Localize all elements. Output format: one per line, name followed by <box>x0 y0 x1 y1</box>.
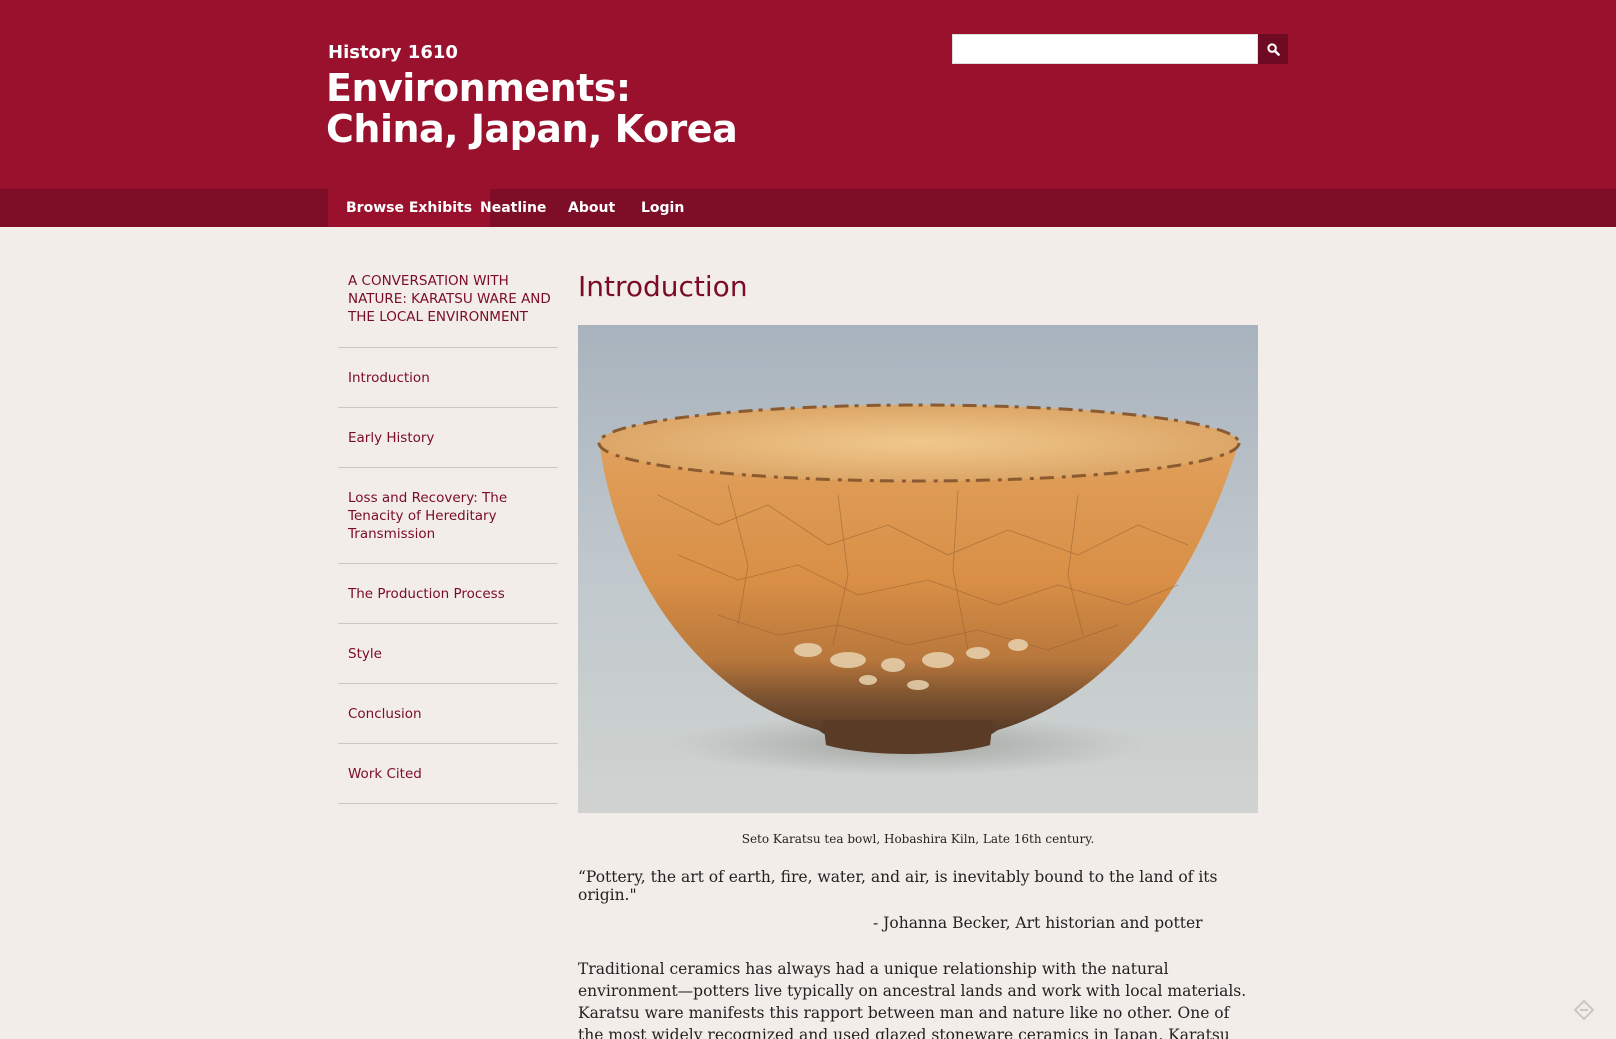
main-nav: Browse Exhibits Neatline About Login <box>0 189 1616 227</box>
search-input[interactable] <box>952 34 1258 64</box>
image-caption: Seto Karatsu tea bowl, Hobashira Kiln, L… <box>741 832 1095 846</box>
sidebar-item-introduction[interactable]: Introduction <box>338 348 558 408</box>
exhibit-title-link[interactable]: A CONVERSATION WITH NATURE: KARATSU WARE… <box>348 272 558 326</box>
course-label: History 1610 <box>328 42 458 63</box>
nav-about[interactable]: About <box>550 189 633 227</box>
search-form <box>952 34 1288 64</box>
sidebar-item-style[interactable]: Style <box>338 624 558 684</box>
quote-attribution: - Johanna Becker, Art historian and pott… <box>873 914 1203 932</box>
sidebar-item-work-cited[interactable]: Work Cited <box>338 744 558 804</box>
sidebar-item-production-process[interactable]: The Production Process <box>338 564 558 624</box>
nav-login[interactable]: Login <box>623 189 702 227</box>
site-title[interactable]: Environments: China, Japan, Korea <box>326 68 746 150</box>
search-button[interactable] <box>1258 34 1288 64</box>
tea-bowl-image[interactable] <box>578 325 1258 813</box>
site-header: History 1610 Environments: China, Japan,… <box>0 0 1616 189</box>
exhibit-pages-nav: Introduction Early History Loss and Reco… <box>338 347 558 804</box>
sidebar-item-loss-and-recovery[interactable]: Loss and Recovery: The Tenacity of Hered… <box>338 468 558 564</box>
page-title: Introduction <box>578 270 748 303</box>
sidebar-item-conclusion[interactable]: Conclusion <box>338 684 558 744</box>
tea-bowl-illustration <box>578 325 1258 813</box>
scroll-arrow-icon[interactable] <box>1572 998 1596 1022</box>
intro-paragraph: Traditional ceramics has always had a un… <box>578 960 1247 1039</box>
arrow-icon <box>1573 999 1595 1021</box>
search-icon <box>1266 42 1280 56</box>
quote-text: “Pottery, the art of earth, fire, water,… <box>578 868 1218 904</box>
sidebar-item-early-history[interactable]: Early History <box>338 408 558 468</box>
